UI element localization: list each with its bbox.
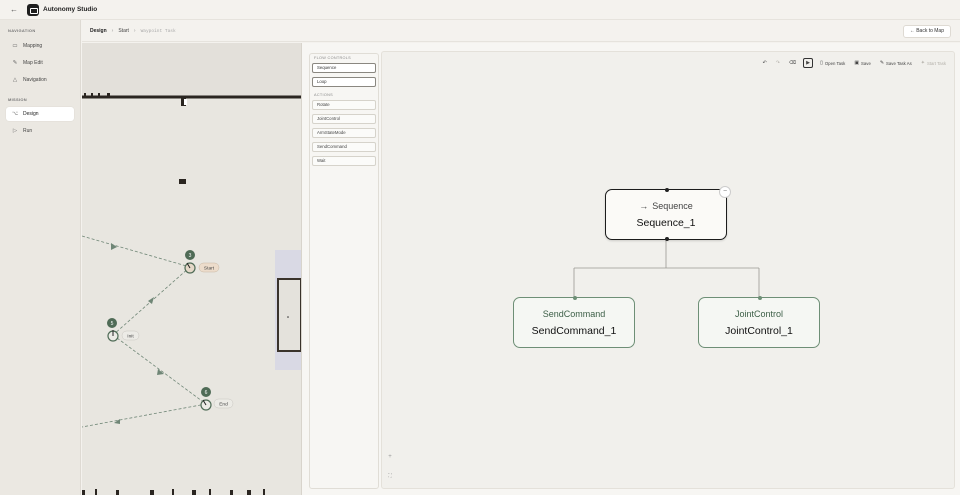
palette-item-sequence[interactable]: Sequence bbox=[312, 63, 376, 73]
nav-heading-mission: MISSION bbox=[8, 97, 27, 102]
tree-node-sequence[interactable]: → Sequence Sequence_1 bbox=[605, 188, 727, 241]
node-type: Sequence bbox=[652, 200, 693, 211]
tree-canvas[interactable]: ↶ ↷ ⌫ ▶ ▯ Open Task ▣ Save ✎ Save Task As ✦… bbox=[381, 51, 955, 489]
tree-node-jointcontrol[interactable]: JointControl JointControl_1 bbox=[698, 296, 820, 348]
waypoint-number: 5 bbox=[111, 321, 114, 327]
zoom-in-button[interactable]: + bbox=[385, 454, 395, 460]
tree-connectors bbox=[573, 241, 760, 297]
sidebar-item-label: Run bbox=[23, 128, 33, 134]
map-view[interactable]: 3 Start 5 Init 6 End bbox=[82, 43, 301, 495]
sidebar-item-design[interactable]: ⌥ Design bbox=[6, 107, 74, 121]
palette-item-wait[interactable]: Wait bbox=[312, 156, 376, 166]
breadcrumb-design[interactable]: Design bbox=[90, 28, 107, 34]
app-title: Autonomy Studio bbox=[43, 6, 98, 13]
palette-item-rotate[interactable]: Rotate bbox=[312, 100, 376, 110]
map-obstacle bbox=[179, 179, 186, 184]
node-type: JointControl bbox=[734, 308, 784, 319]
design-icon: ⌥ bbox=[11, 111, 19, 117]
sidebar-item-label: Navigation bbox=[23, 77, 47, 83]
sidebar-item-mapping[interactable]: ▭ Mapping bbox=[6, 39, 74, 53]
back-arrow-icon[interactable]: ← bbox=[10, 5, 20, 15]
tree-node-sendcommand[interactable]: SendCommand SendCommand_1 bbox=[513, 296, 635, 348]
breadcrumb-bar: Design › Start › Waypoint Task ← Back to… bbox=[82, 20, 960, 42]
top-bar: ← Autonomy Studio bbox=[0, 0, 960, 20]
behavior-tree-editor: FLOW CONTROLS Sequence Loop ACTIONS Rota… bbox=[301, 43, 960, 495]
waypoint-label: End bbox=[219, 402, 228, 408]
palette-heading-flow: FLOW CONTROLS bbox=[314, 56, 352, 60]
back-to-map-label: Back to Map bbox=[916, 28, 944, 34]
map-icon: ▭ bbox=[12, 43, 18, 49]
waypoint-label: Start bbox=[204, 266, 215, 272]
map-canvas[interactable]: 3 Start 5 Init 6 End bbox=[82, 43, 301, 495]
palette-item-jointcontrol[interactable]: JointControl bbox=[312, 114, 376, 124]
palette-item-sendcommand[interactable]: SendCommand bbox=[312, 142, 376, 152]
node-name: SendCommand_1 bbox=[531, 324, 617, 337]
sidebar-item-label: Map Edit bbox=[23, 60, 43, 66]
sidebar-item-map-edit[interactable]: ✎ Map Edit bbox=[6, 56, 74, 70]
breadcrumb-separator: › bbox=[133, 28, 136, 34]
breadcrumb-start[interactable]: Start bbox=[118, 28, 129, 34]
pencil-icon: ✎ bbox=[12, 60, 18, 66]
node-port-top[interactable] bbox=[665, 188, 669, 192]
fit-view-button[interactable]: ⛶ bbox=[385, 473, 395, 479]
node-port-top[interactable] bbox=[573, 296, 577, 300]
navigation-icon: △ bbox=[12, 77, 18, 83]
node-name: JointControl_1 bbox=[725, 324, 793, 337]
breadcrumb-task: Waypoint Task bbox=[140, 28, 176, 34]
arrow-right-icon: → bbox=[639, 200, 649, 211]
sidebar-item-navigation[interactable]: △ Navigation bbox=[6, 73, 74, 87]
palette-heading-actions: ACTIONS bbox=[314, 93, 333, 97]
sidebar: NAVIGATION ▭ Mapping ✎ Map Edit △ Naviga… bbox=[0, 20, 81, 495]
breadcrumb: Design › Start › Waypoint Task bbox=[90, 28, 176, 34]
sidebar-item-run[interactable]: ▷ Run bbox=[6, 124, 74, 138]
sidebar-item-label: Mapping bbox=[23, 43, 43, 49]
palette-item-loop[interactable]: Loop bbox=[312, 77, 376, 87]
node-port-top[interactable] bbox=[758, 296, 762, 300]
breadcrumb-separator: › bbox=[111, 28, 114, 34]
node-palette: FLOW CONTROLS Sequence Loop ACTIONS Rota… bbox=[309, 53, 379, 489]
run-icon: ▷ bbox=[12, 128, 18, 134]
sidebar-item-label: Design bbox=[23, 111, 39, 117]
waypoint-label: Init bbox=[127, 334, 134, 340]
robot-logo-icon bbox=[27, 4, 39, 16]
nav-heading-navigation: NAVIGATION bbox=[8, 28, 36, 33]
palette-item-armstatemode[interactable]: ArmStateMode bbox=[312, 128, 376, 138]
node-name: Sequence_1 bbox=[636, 216, 696, 229]
waypoint-number: 3 bbox=[189, 253, 192, 259]
back-to-map-button[interactable]: ← Back to Map bbox=[902, 25, 951, 38]
node-type: SendCommand bbox=[542, 308, 606, 319]
collapse-button[interactable]: − bbox=[719, 186, 731, 198]
node-port-bottom[interactable] bbox=[665, 237, 669, 241]
waypoint-number: 6 bbox=[205, 390, 208, 396]
